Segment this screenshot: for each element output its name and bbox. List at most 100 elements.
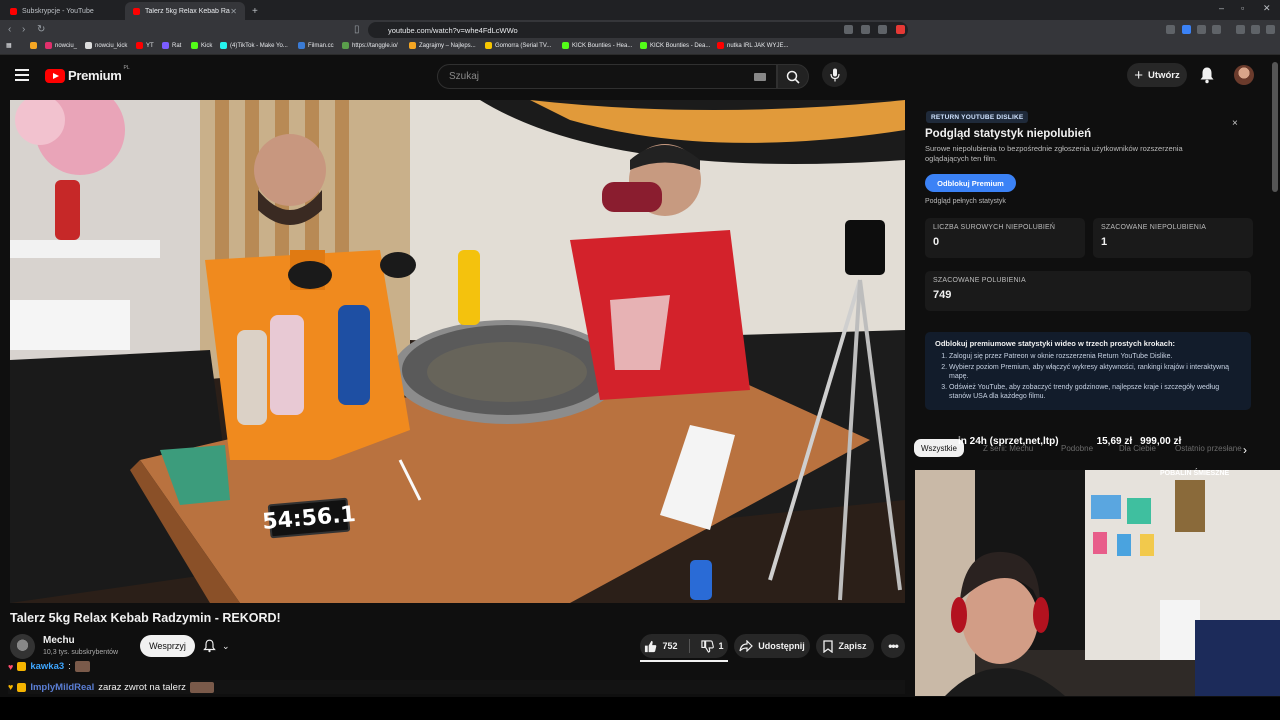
- overlay-label: in 24h (sprzet,net,ltp): [958, 436, 1059, 447]
- apps-icon[interactable]: ▦: [6, 42, 12, 49]
- channel-avatar[interactable]: [10, 634, 35, 659]
- premium-steps-box: Odblokuj premiumowe statystyki wideo w t…: [925, 332, 1251, 410]
- save-button[interactable]: Zapisz: [816, 634, 874, 658]
- bookmark-icon: [85, 42, 92, 49]
- dislike-button[interactable]: 1: [700, 639, 724, 653]
- recommended-video-title[interactable]: POBALIN ŚMIESZNE: [1160, 470, 1229, 477]
- chevron-right-icon[interactable]: ›: [1243, 443, 1247, 457]
- extension-icon[interactable]: [1197, 25, 1206, 34]
- new-tab-button[interactable]: +: [248, 2, 264, 20]
- keyboard-icon[interactable]: [754, 73, 766, 81]
- menu-icon[interactable]: [15, 69, 29, 81]
- create-button[interactable]: + Utwórz: [1127, 63, 1187, 87]
- chevron-down-icon: ⌄: [222, 640, 230, 651]
- zoom-icon[interactable]: [844, 25, 853, 34]
- bookmark-item[interactable]: KICK Bounties - Dea...: [640, 42, 710, 49]
- tab-subscriptions[interactable]: Subskrypcje - YouTube: [2, 2, 122, 20]
- video-frame-image: [10, 100, 905, 603]
- chat-message: ♥ ImplyMildReal zaraz zwrot na talerz: [8, 680, 905, 694]
- brave-shield-icon[interactable]: [896, 25, 905, 34]
- bookmark-icon[interactable]: ▯: [354, 24, 360, 35]
- stat-raw-dislikes: LICZBA SUROWYCH NIEPOLUBIEŃ 0: [925, 218, 1085, 258]
- bookmark-item[interactable]: Filman.cc: [298, 42, 334, 49]
- minimize-icon[interactable]: –: [1219, 3, 1224, 13]
- bookmark-item[interactable]: Gomorra (Serial TV...: [485, 42, 551, 49]
- bookmark-item[interactable]: Zagrajmy – Najleps...: [409, 42, 476, 49]
- channel-name[interactable]: Mechu: [43, 635, 75, 646]
- chat-text: zaraz zwrot na talerz: [98, 681, 186, 693]
- stat-estimated-likes: SZACOWANE POLUBIENIA 749: [925, 271, 1251, 311]
- bookmark-item[interactable]: YT: [136, 42, 154, 49]
- reload-icon[interactable]: ↻: [37, 24, 45, 35]
- stream-overlay-text: in 24h (sprzet,net,ltp) 15,69 zł 999,00 …: [958, 436, 1181, 450]
- stat-label: LICZBA SUROWYCH NIEPOLUBIEŃ: [933, 224, 1056, 231]
- search-button[interactable]: [777, 64, 809, 89]
- bookmark-item[interactable]: Rat: [162, 42, 181, 49]
- extension-icon[interactable]: [1166, 25, 1175, 34]
- close-tab-icon[interactable]: ✕: [230, 7, 237, 16]
- youtube-premium-logo[interactable]: Premium PL: [45, 64, 130, 83]
- tab-video[interactable]: Talerz 5kg Relax Kebab Radzy ✕: [125, 2, 245, 20]
- create-label: Utwórz: [1148, 69, 1180, 81]
- subscription-bell-button[interactable]: ⌄: [203, 636, 230, 656]
- stat-value: 1: [1101, 236, 1108, 248]
- share-icon: [739, 640, 754, 652]
- timer-display: 54:56.1: [261, 497, 357, 539]
- bookmark-item[interactable]: (4)TikTok - Make Yo...: [220, 42, 288, 49]
- share-icon[interactable]: [878, 25, 887, 34]
- return-youtube-dislike-panel: RETURN YOUTUBE DISLIKE × Podgląd statyst…: [914, 100, 1264, 428]
- thumbs-up-icon: [645, 640, 657, 652]
- install-icon[interactable]: [861, 25, 870, 34]
- subscriber-count: 10,3 tys. subskrybentów: [43, 649, 119, 656]
- emote-icon: [189, 681, 214, 693]
- overlay-price: 999,00 zł: [1140, 436, 1182, 447]
- stat-estimated-dislikes: SZACOWANE NIEPOLUBIENIA 1: [1093, 218, 1253, 258]
- extension-icon[interactable]: [1251, 25, 1260, 34]
- overlay-price: 15,69 zł: [1096, 436, 1133, 447]
- chip-all[interactable]: Wszystkie: [914, 439, 964, 457]
- address-bar[interactable]: youtube.com/watch?v=whe4FdLcWWo: [368, 22, 908, 38]
- steps-list: Zaloguj się przez Patreon w oknie rozsze…: [935, 352, 1241, 401]
- bookmark-item[interactable]: [30, 42, 40, 49]
- extension-icon[interactable]: [1212, 25, 1221, 34]
- close-window-icon[interactable]: ✕: [1263, 3, 1271, 14]
- close-icon[interactable]: ×: [1232, 118, 1238, 129]
- heart-icon: ♥: [8, 661, 14, 672]
- taskbar: [0, 697, 1280, 720]
- account-avatar[interactable]: [1234, 65, 1254, 85]
- video-player[interactable]: 54:56.1: [10, 100, 905, 603]
- bookmark-icon: [342, 42, 349, 49]
- browser-toolbar: ‹ › ↻ ▯ youtube.com/watch?v=whe4FdLcWWo: [0, 20, 1280, 40]
- bookmark-item[interactable]: nutka IRL JAK WYJE...: [717, 42, 788, 49]
- thumbs-down-icon: [700, 639, 714, 653]
- notifications-button[interactable]: [1199, 66, 1215, 89]
- heart-icon: ♥: [8, 682, 14, 692]
- voice-search-button[interactable]: [822, 62, 847, 87]
- bookmark-item[interactable]: nowciu_kick: [85, 42, 127, 49]
- search-input[interactable]: Szukaj: [437, 64, 777, 89]
- unlock-premium-button[interactable]: Odblokuj Premium: [925, 174, 1016, 192]
- bookmark-item[interactable]: Kick: [191, 42, 212, 49]
- like-button[interactable]: 752: [644, 640, 678, 653]
- like-ratio-bar: [640, 660, 728, 662]
- logo-region: PL: [123, 64, 130, 71]
- bookmark-icon: [162, 42, 169, 49]
- maximize-icon[interactable]: ▫: [1241, 3, 1244, 13]
- media-icon[interactable]: [1236, 25, 1245, 34]
- menu-icon[interactable]: [1266, 25, 1275, 34]
- support-button[interactable]: Wesprzyj: [140, 635, 195, 657]
- bookmark-item[interactable]: nowciu_: [45, 42, 77, 49]
- back-icon[interactable]: ‹: [8, 24, 11, 35]
- page-scrollbar[interactable]: [1272, 62, 1278, 192]
- stat-value: 749: [933, 289, 952, 301]
- bookmarks-bar: ▦ nowciu_ nowciu_kick YT Rat Kick (4)Tik…: [0, 40, 1280, 55]
- bookmark-item[interactable]: KICK Bounties - Hea...: [562, 42, 632, 49]
- extension-icon[interactable]: [1182, 25, 1191, 34]
- share-button[interactable]: Udostępnij: [734, 634, 810, 658]
- more-actions-button[interactable]: •••: [881, 634, 905, 658]
- bookmark-icon: [640, 42, 647, 49]
- forward-icon[interactable]: ›: [22, 24, 25, 35]
- bookmark-item[interactable]: https://tanggle.io/: [342, 42, 398, 49]
- search-icon: [786, 70, 800, 84]
- plus-icon: +: [1134, 66, 1144, 84]
